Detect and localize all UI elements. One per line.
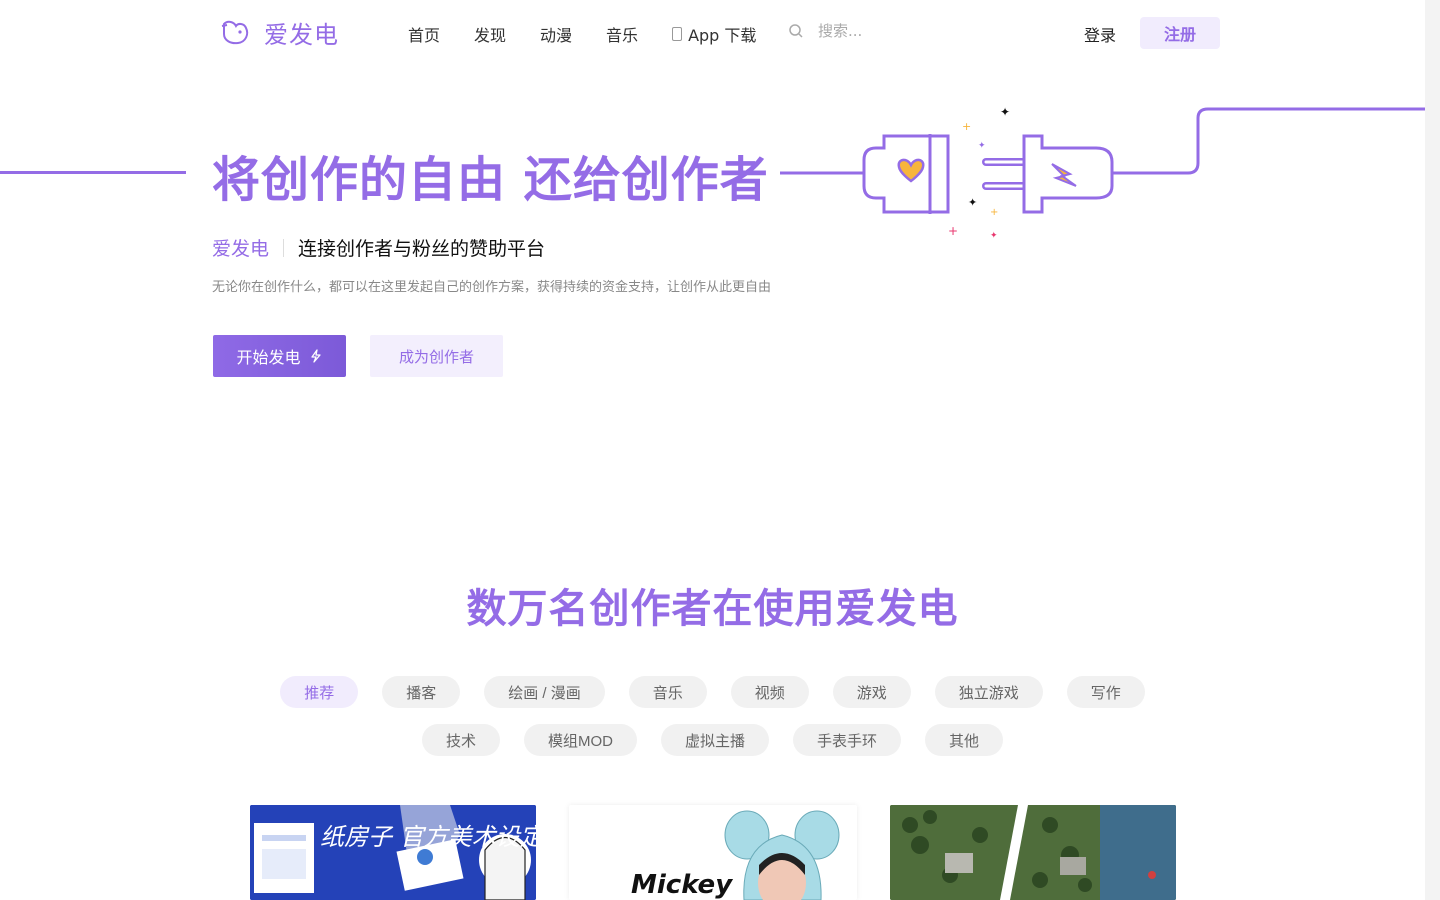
- mickey-caption: Mickey: [631, 870, 733, 900]
- phone-icon: [672, 27, 683, 41]
- category-chip-mod[interactable]: 模组MOD: [523, 724, 637, 756]
- logo-icon: [221, 20, 249, 45]
- svg-text:✦: ✦: [1000, 105, 1010, 119]
- svg-text:+: +: [962, 120, 971, 133]
- category-chip-video[interactable]: 视频: [730, 676, 809, 708]
- tagline-divider: [283, 238, 285, 257]
- svg-text:✦: ✦: [978, 141, 986, 151]
- mickey-image: Mickey: [569, 805, 857, 900]
- creator-card-game-map[interactable]: [890, 805, 1176, 900]
- search-box: [788, 22, 1038, 40]
- search-input[interactable]: [818, 22, 1038, 40]
- top-header: 爱发电 首页 发现 动漫 音乐 App 下载 登录 注册: [0, 0, 1425, 66]
- category-chip-writing[interactable]: 写作: [1066, 676, 1145, 708]
- svg-text:+: +: [948, 224, 958, 238]
- start-button[interactable]: 开始发电: [213, 335, 346, 377]
- nav-item-anime[interactable]: 动漫: [540, 22, 572, 46]
- sparkle-icons: ✦ + ✦ ✦ + + ✦: [948, 105, 1010, 241]
- search-icon: [789, 24, 803, 38]
- logo[interactable]: 爱发电: [218, 14, 339, 50]
- category-chip-other[interactable]: 其他: [925, 724, 1004, 756]
- category-chip-podcast[interactable]: 播客: [382, 676, 461, 708]
- become-creator-button[interactable]: 成为创作者: [370, 335, 503, 377]
- tagline-brand: 爱发电: [212, 238, 270, 260]
- category-chip-music[interactable]: 音乐: [628, 676, 707, 708]
- hero-title: 将创作的自由 还给创作者: [212, 152, 769, 208]
- game-map-image: [890, 805, 1176, 900]
- hero-tagline: 爱发电 连接创作者与粉丝的赞助平台: [212, 234, 545, 261]
- creator-card-art-book[interactable]: 纸房子 官方美术设定集: [250, 805, 536, 900]
- login-link[interactable]: 登录: [1084, 22, 1116, 46]
- creator-card-mickey[interactable]: Mickey: [569, 805, 857, 900]
- art-book-image: 纸房子 官方美术设定集: [250, 805, 536, 900]
- nav-item-app-download-label: App 下载: [688, 26, 757, 45]
- bolt-icon: [310, 349, 321, 363]
- start-button-label: 开始发电: [236, 350, 301, 367]
- section-title: 数万名创作者在使用爱发电: [466, 586, 959, 632]
- category-chip-game[interactable]: 游戏: [832, 676, 911, 708]
- category-chip-indie-game[interactable]: 独立游戏: [934, 676, 1043, 708]
- svg-text:✦: ✦: [968, 196, 977, 209]
- category-chip-tech[interactable]: 技术: [421, 724, 500, 756]
- logo-text: 爱发电: [264, 20, 339, 49]
- art-book-caption: 纸房子 官方美术设定集: [320, 823, 536, 851]
- nav-item-home[interactable]: 首页: [408, 22, 440, 46]
- category-chip-watch[interactable]: 手表手环: [793, 724, 902, 756]
- plug-illustration: ✦ + ✦ ✦ + + ✦: [780, 105, 1425, 241]
- register-button[interactable]: 注册: [1140, 17, 1220, 49]
- category-chip-vtuber[interactable]: 虚拟主播: [660, 724, 769, 756]
- main-nav: 首页 发现 动漫 音乐 App 下载: [408, 22, 756, 46]
- category-row-1: 推荐 播客 绘画 / 漫画 音乐 视频 游戏 独立游戏 写作: [0, 676, 1425, 708]
- category-chip-recommend[interactable]: 推荐: [280, 676, 359, 708]
- nav-item-app-download[interactable]: App 下载: [672, 22, 756, 46]
- tagline-text: 连接创作者与粉丝的赞助平台: [298, 238, 546, 260]
- category-row-2: 技术 模组MOD 虚拟主播 手表手环 其他: [0, 724, 1425, 756]
- nav-item-discover[interactable]: 发现: [474, 22, 506, 46]
- hero-decor-line: [0, 171, 186, 174]
- svg-text:+: +: [990, 207, 998, 218]
- hero-subtitle: 无论你在创作什么，都可以在这里发起自己的创作方案，获得持续的资金支持，让创作从此…: [212, 280, 772, 295]
- svg-text:✦: ✦: [990, 231, 998, 241]
- category-chip-drawing[interactable]: 绘画 / 漫画: [484, 676, 605, 708]
- nav-item-music[interactable]: 音乐: [606, 22, 638, 46]
- scrollbar[interactable]: [1425, 0, 1440, 900]
